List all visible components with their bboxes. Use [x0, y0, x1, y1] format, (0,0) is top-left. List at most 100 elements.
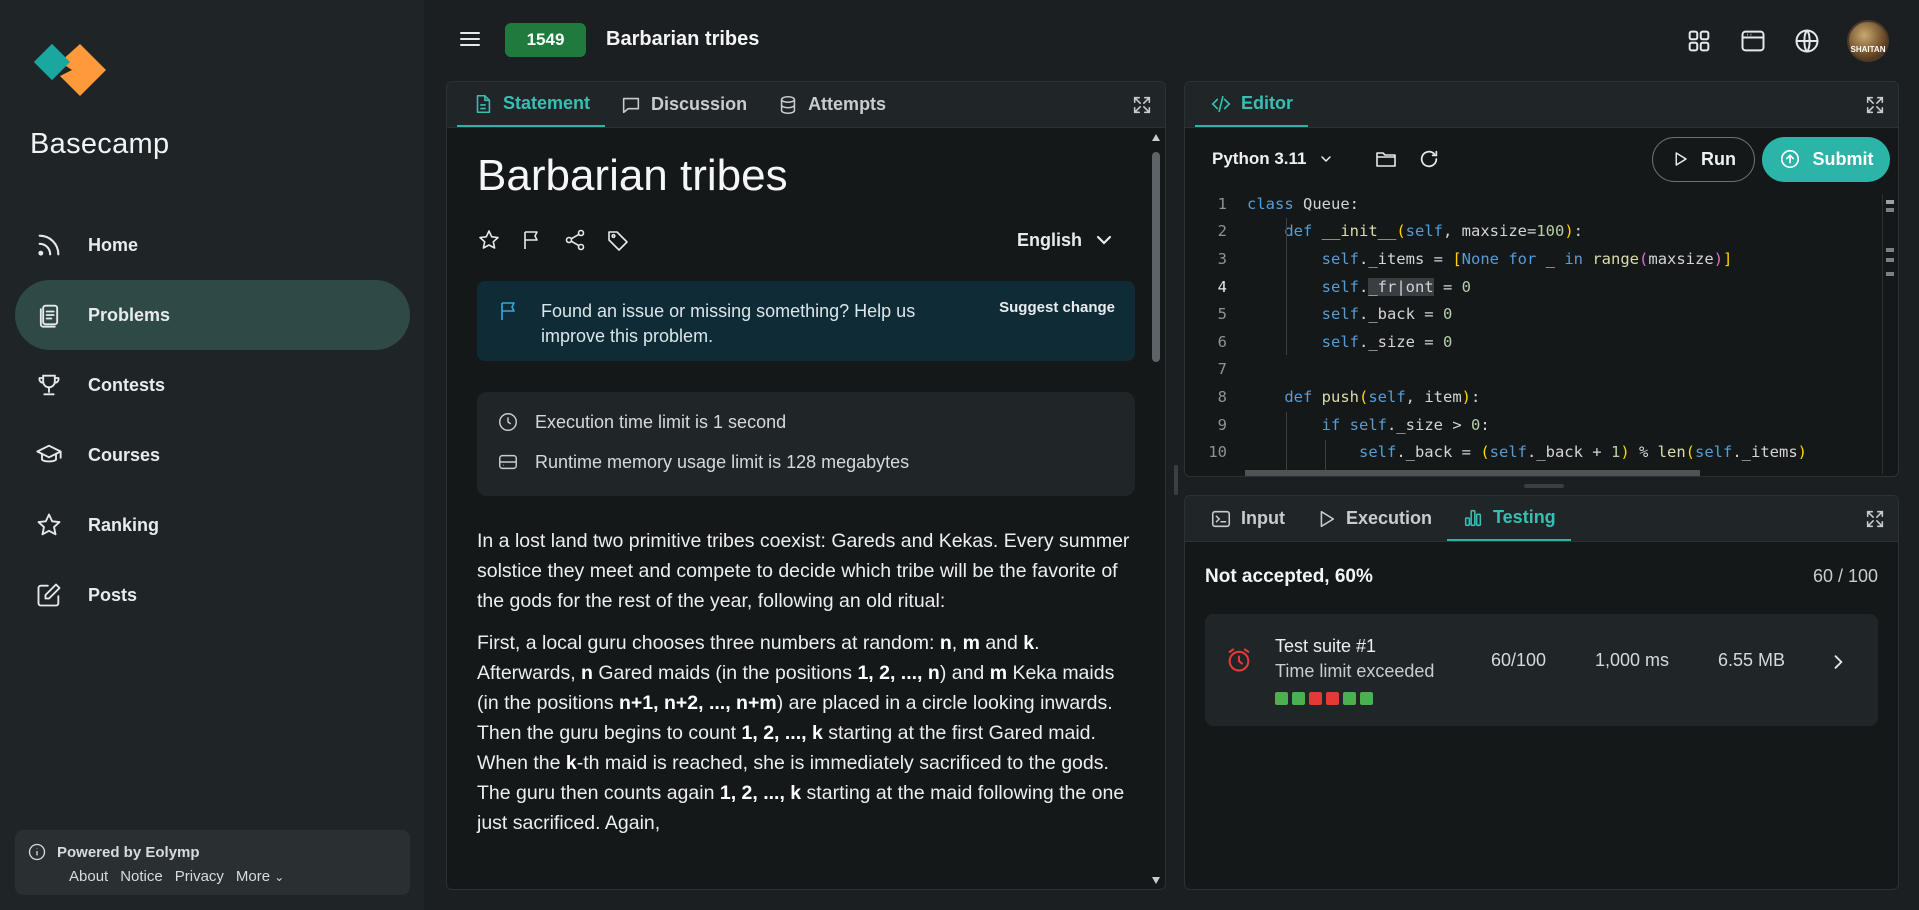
limits-box: Execution time limit is 1 second Runtime… [477, 392, 1135, 496]
var-k: k [1023, 632, 1035, 654]
minimap-mark [1886, 258, 1894, 262]
statement-scrollbar[interactable] [1150, 130, 1162, 889]
tab-attempts[interactable]: Attempts [762, 82, 901, 127]
brand-name: Basecamp [30, 128, 170, 160]
clipboard-icon [39, 304, 59, 328]
indent-guide [1286, 218, 1287, 355]
tab-discussion-label: Discussion [651, 94, 748, 114]
editor-tabbar: Editor [1185, 82, 1898, 128]
result-header: Not accepted, 60% 60 / 100 [1185, 542, 1898, 588]
code-line: 7 [1185, 356, 1898, 384]
minimap-mark [1886, 200, 1894, 204]
issue-text: Found an issue or missing something? Hel… [541, 301, 916, 346]
tab-testing[interactable]: Testing [1447, 496, 1571, 541]
tab-input-label: Input [1241, 508, 1285, 528]
expand-icon[interactable] [1864, 94, 1886, 116]
play-icon [1675, 152, 1687, 166]
problem-id-badge: 1549 [505, 23, 586, 57]
horizontal-split-handle[interactable] [1524, 484, 1564, 488]
user-avatar[interactable]: SHAITAN [1847, 20, 1889, 62]
chevron-right-icon[interactable] [1828, 652, 1848, 672]
share-icon[interactable] [563, 228, 587, 252]
basecamp-logo-icon[interactable] [30, 40, 110, 100]
suite-status: Time limit exceeded [1275, 661, 1435, 681]
code-horizontal-scrollbar[interactable] [1245, 470, 1700, 476]
tab-attempts-label: Attempts [808, 94, 887, 114]
folder-icon[interactable] [1374, 147, 1398, 171]
powered-by-text: Powered by Eolymp [57, 843, 200, 861]
code-line: 8 def push(self, item): [1185, 383, 1898, 411]
nav-label-problems: Problems [88, 304, 171, 325]
nav-item-ranking[interactable]: Ranking [15, 490, 410, 560]
var-m: m [962, 632, 980, 654]
chevron-down-icon [1096, 235, 1112, 245]
rss-icon [38, 234, 60, 256]
line-number: 7 [1217, 360, 1227, 379]
tab-editor[interactable]: Editor [1195, 82, 1308, 127]
language-select[interactable]: English [1017, 228, 1135, 252]
tab-statement[interactable]: Statement [457, 82, 606, 127]
nav-item-contests[interactable]: Contests [15, 350, 410, 420]
statement-panel: Statement Discussion Attempts Barbarian … [446, 81, 1166, 890]
nav-item-courses[interactable]: Courses [15, 420, 410, 490]
scroll-down-arrow-icon[interactable] [1152, 877, 1160, 884]
footer-link-notice[interactable]: Notice [120, 868, 163, 885]
statement-tabbar: Statement Discussion Attempts [447, 82, 1165, 128]
p2-text: and [979, 632, 1024, 654]
code-line: 4 self._fr|ont = 0 [1185, 273, 1898, 301]
language-dropdown[interactable]: Python 3.11 [1212, 149, 1334, 169]
suite-name: Test suite #1 [1275, 636, 1377, 656]
line-number: 9 [1217, 415, 1227, 434]
expand-icon[interactable] [1864, 508, 1886, 530]
tag-icon[interactable] [606, 228, 630, 252]
line-number: 8 [1217, 387, 1227, 406]
tab-execution[interactable]: Execution [1300, 496, 1447, 541]
hamburger-menu-icon[interactable] [458, 27, 482, 51]
nav-label-home: Home [88, 234, 139, 255]
code-line: 5 self._back = 0 [1185, 300, 1898, 328]
bar-chart-icon [1464, 509, 1482, 526]
refresh-icon[interactable] [1418, 148, 1440, 170]
var-k: k [565, 752, 577, 774]
tab-discussion[interactable]: Discussion [605, 82, 762, 127]
nav-item-problems[interactable]: Problems [15, 280, 410, 350]
top-bar: 1549 Barbarian tribes SHAITAN [424, 0, 1919, 80]
tab-input[interactable]: Input [1195, 496, 1300, 541]
suite-score: 60/100 [1491, 650, 1547, 670]
code-editor[interactable]: 1 class Queue: 2 def __init__(self, maxsi… [1185, 190, 1898, 476]
globe-icon[interactable] [1793, 27, 1821, 55]
footer-link-about[interactable]: About [69, 868, 108, 885]
line-number: 4 [1217, 277, 1227, 296]
edit-icon [37, 583, 61, 607]
vertical-split-handle[interactable] [1174, 465, 1178, 495]
submit-button[interactable]: Submit [1762, 136, 1890, 182]
time-limit-row: Execution time limit is 1 second [497, 412, 1115, 432]
footer-link-more[interactable]: More ⌄ [236, 868, 284, 885]
scroll-up-arrow-icon[interactable] [1152, 134, 1160, 141]
test-suite-row[interactable]: Test suite #1 Time limit exceeded 60/100… [1205, 614, 1878, 726]
testing-panel: Input Execution Testing Not accepted, 60… [1184, 495, 1899, 890]
line-number: 5 [1217, 305, 1227, 324]
browser-window-icon[interactable] [1739, 27, 1767, 55]
expand-icon[interactable] [1131, 94, 1153, 116]
suggest-change-button[interactable]: Suggest change [999, 299, 1115, 343]
chevron-down-icon [1321, 156, 1332, 163]
run-button[interactable]: Run [1652, 136, 1755, 182]
apps-grid-icon[interactable] [1685, 27, 1713, 55]
storage-icon [499, 454, 517, 470]
verdict-text: Not accepted, 60% [1205, 566, 1373, 587]
nav-item-posts[interactable]: Posts [15, 560, 410, 630]
nav-item-home[interactable]: Home [15, 210, 410, 280]
line-number: 2 [1217, 222, 1227, 241]
code-minimap[interactable] [1882, 194, 1896, 474]
scrollbar-thumb[interactable] [1152, 152, 1160, 362]
test-result-dots [1275, 692, 1373, 705]
memory-limit-text: Runtime memory usage limit is 128 megaby… [535, 451, 910, 472]
code-icon [1211, 95, 1231, 112]
total-score: 60 / 100 [1812, 566, 1878, 586]
flag-icon[interactable] [520, 228, 544, 252]
star-icon[interactable] [477, 228, 501, 252]
footer-link-privacy[interactable]: Privacy [175, 868, 224, 885]
upload-circle-icon [1780, 149, 1799, 169]
statement-toolbar: English [477, 225, 1135, 255]
